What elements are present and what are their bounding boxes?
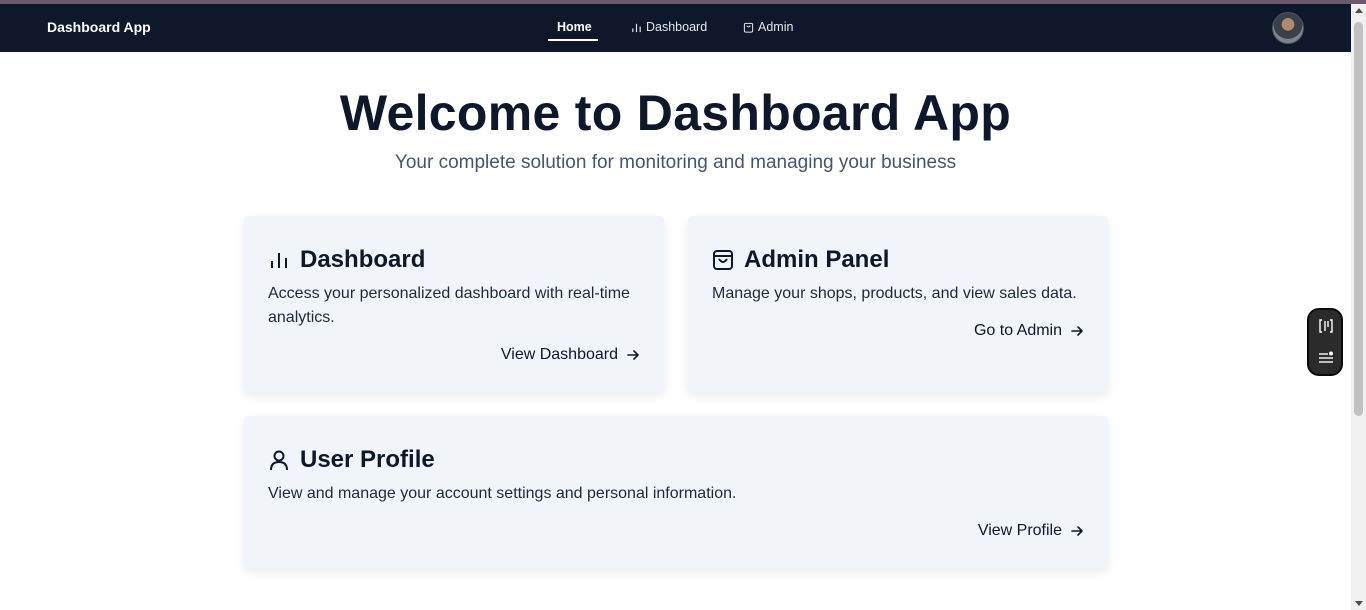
card-title-text: User Profile — [300, 446, 435, 473]
card-link-text: View Dashboard — [500, 346, 618, 363]
scrollbar-thumb[interactable] — [1354, 22, 1363, 416]
list-settings-icon[interactable] — [1318, 350, 1334, 366]
page-subtitle: Your complete solution for monitoring an… — [394, 152, 957, 173]
card-link-text: View Profile — [977, 522, 1062, 539]
card-description: View and manage your account settings an… — [268, 485, 737, 502]
nav-item-label: Home — [557, 20, 592, 34]
scroll-up-arrow-icon[interactable] — [1355, 8, 1363, 13]
top-navbar: Dashboard App Home Dashboard Admin — [0, 4, 1351, 52]
card-title: User Profile — [268, 446, 435, 474]
user-icon — [270, 450, 288, 471]
nav-item-dashboard[interactable]: Dashboard — [631, 20, 707, 34]
floating-tools-widget — [1307, 308, 1343, 376]
shopping-bag-icon — [743, 22, 754, 33]
nav-item-home[interactable]: Home — [557, 20, 592, 34]
bar-chart-icon — [632, 23, 641, 32]
page-title: Welcome to Dashboard App — [339, 85, 1012, 141]
card-title-text: Admin Panel — [744, 246, 890, 273]
card-description: Manage your shops, products, and view sa… — [712, 285, 1077, 302]
dashboard-card: Dashboard Access your personalized dashb… — [244, 216, 664, 392]
arrow-right-icon — [1071, 326, 1083, 336]
arrow-right-icon — [1071, 526, 1083, 536]
view-profile-link[interactable]: View Profile — [978, 522, 1084, 540]
shopping-bag-icon — [713, 250, 733, 270]
arrow-right-icon — [627, 350, 639, 360]
user-profile-card: User Profile View and manage your accoun… — [244, 416, 1108, 568]
reader-mode-icon[interactable] — [1318, 318, 1334, 334]
nav-item-label: Admin — [758, 20, 794, 34]
card-title: Dashboard — [268, 246, 425, 274]
card-title-text: Dashboard — [300, 246, 426, 273]
go-to-admin-link[interactable]: Go to Admin — [974, 322, 1084, 340]
vertical-scrollbar[interactable] — [1351, 4, 1366, 610]
nav-item-admin[interactable]: Admin — [743, 20, 793, 34]
user-avatar[interactable] — [1272, 12, 1304, 44]
card-description: Access your personalized dashboard with … — [268, 285, 630, 326]
nav-active-underline — [548, 39, 598, 41]
card-title: Admin Panel — [712, 246, 889, 274]
bar-chart-icon — [271, 253, 287, 268]
scroll-down-arrow-icon[interactable] — [1355, 601, 1363, 606]
card-link-text: Go to Admin — [973, 322, 1062, 339]
nav-item-label: Dashboard — [646, 20, 708, 34]
brand-logo-text[interactable]: Dashboard App — [47, 19, 151, 35]
view-dashboard-link[interactable]: View Dashboard — [501, 346, 640, 364]
admin-panel-card: Admin Panel Manage your shops, products,… — [688, 216, 1108, 392]
